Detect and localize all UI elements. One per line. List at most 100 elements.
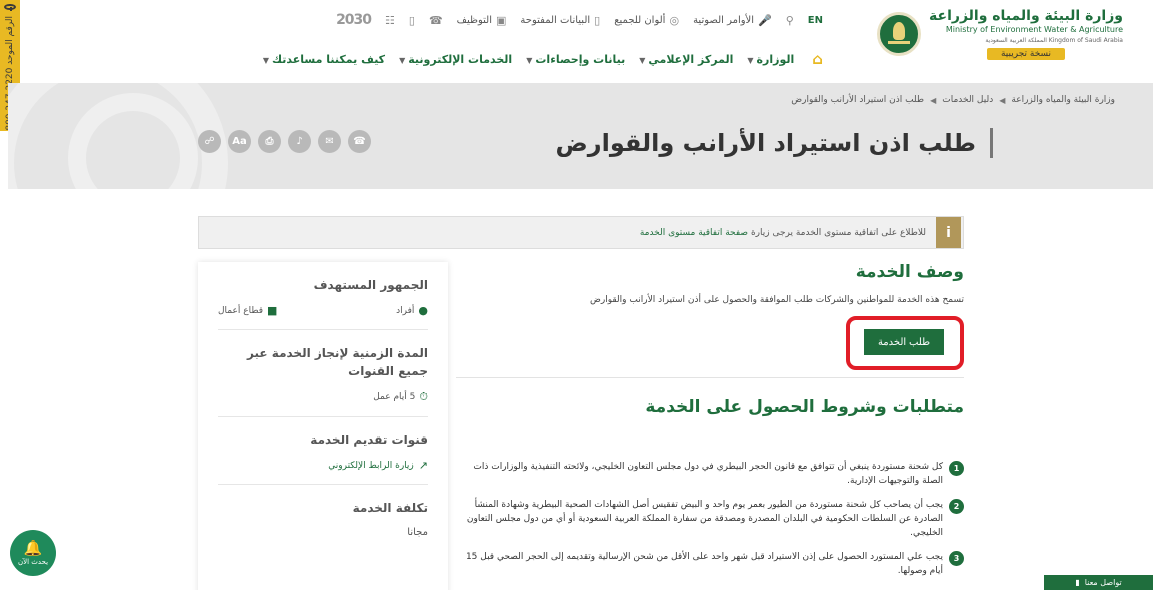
service-info-card: الجمهور المستهدف ● أفراد ■ قطاع أعمال المد… bbox=[198, 262, 448, 590]
folder-icon: ▯ bbox=[594, 13, 601, 27]
cost-value: مجانا bbox=[407, 527, 428, 538]
channels-link[interactable]: ↗ زيارة الرابط الإلكتروني bbox=[218, 459, 428, 472]
open-data-link[interactable]: ▯ البيانات المفتوحة bbox=[520, 14, 600, 27]
color-accessibility[interactable]: ◎ ألوان للجميع bbox=[614, 14, 679, 27]
phone-icon: ☎ bbox=[428, 13, 443, 27]
color-accessibility-label: ألوان للجميع bbox=[614, 14, 666, 26]
voice-commands[interactable]: 🎤 الأوامر الصوتية bbox=[693, 14, 772, 27]
duration-title: المدة الزمنية لإنجاز الخدمة عبر جميع الق… bbox=[247, 346, 428, 378]
logo-english-name: Ministry of Environment Water & Agricult… bbox=[945, 25, 1123, 34]
requirement-text: كل شحنة مستوردة ينبغي أن تتوافق مع قانون… bbox=[473, 462, 943, 486]
email-icon[interactable]: ✉ bbox=[318, 130, 341, 153]
number-badge: 1 bbox=[949, 461, 964, 476]
breadcrumb-services-guide[interactable]: دليل الخدمات bbox=[942, 95, 993, 105]
audio-icon[interactable]: ♪ bbox=[288, 130, 311, 153]
chevron-down-icon: ▼ bbox=[262, 55, 270, 65]
service-content: وصف الخدمة تسمح هذه الخدمة للمواطنين وال… bbox=[456, 262, 964, 576]
call-icon[interactable]: ☎ bbox=[348, 130, 371, 153]
audience-individuals: ● أفراد bbox=[396, 304, 428, 317]
requirement-text: يجب أن يصاحب كل شحنة مستوردة من الطيور ب… bbox=[466, 500, 943, 538]
duration-value: ⏱ 5 أيام عمل bbox=[373, 390, 428, 404]
duration-block: المدة الزمنية لإنجاز الخدمة عبر جميع الق… bbox=[218, 344, 428, 417]
channels-block: قنوات تقديم الخدمة ↗ زيارة الرابط الإلكتر… bbox=[218, 431, 428, 485]
chevron-down-icon: ▼ bbox=[526, 55, 533, 65]
contact-us-label: تواصل معنا bbox=[1084, 578, 1122, 587]
requirements-list: 1 كل شحنة مستوردة ينبغي أن تتوافق مع قان… bbox=[459, 460, 964, 588]
font-size-icon[interactable]: Aa bbox=[228, 130, 251, 153]
jobs-label: التوظيف bbox=[456, 14, 493, 26]
share-toolbar: ☎ ✉ ♪ ⎙ Aa ☍ bbox=[198, 130, 371, 153]
logo-texts: وزارة البيئة والمياه والزراعة Ministry o… bbox=[929, 8, 1123, 60]
open-data-label: البيانات المفتوحة bbox=[520, 14, 591, 26]
nav-label: بيانات وإحصاءات bbox=[535, 52, 626, 66]
stopwatch-icon: ⏱ bbox=[419, 390, 428, 403]
nav-label: كيف يمكننا مساعدتك bbox=[272, 52, 386, 66]
nav-item-media-center[interactable]: المركز الإعلامي▼ bbox=[639, 53, 733, 66]
service-description-title: وصف الخدمة bbox=[855, 262, 964, 282]
service-description: تسمح هذه الخدمة للمواطنين والشركات طلب ا… bbox=[590, 295, 964, 305]
cost-title: تكلفة الخدمة bbox=[352, 501, 428, 515]
share-icon[interactable]: ☍ bbox=[198, 130, 221, 153]
beta-badge: نسخة تجريبية bbox=[986, 48, 1066, 60]
external-link-icon: ↗ bbox=[418, 459, 428, 472]
nav-item-data-statistics[interactable]: بيانات وإحصاءات▼ bbox=[526, 53, 625, 66]
briefcase-icon: ▣ bbox=[496, 13, 507, 27]
breadcrumb-home[interactable]: وزارة البيئة والمياه والزراعة bbox=[1011, 95, 1115, 105]
chevron-down-icon: ▼ bbox=[747, 55, 754, 65]
site-header: وزارة البيئة والمياه والزراعة Ministry o… bbox=[20, 0, 1153, 83]
print-icon[interactable]: ⎙ bbox=[258, 130, 281, 153]
mobile-button[interactable]: ▯ bbox=[409, 14, 415, 27]
home-icon[interactable]: ⌂ bbox=[812, 50, 823, 68]
contact-us-button[interactable]: تواصل معنا ▮ bbox=[1044, 575, 1153, 590]
duration-row: ⏱ 5 أيام عمل bbox=[218, 390, 428, 404]
audience-business-label: قطاع أعمال bbox=[218, 305, 264, 316]
nav-label: المركز الإعلامي bbox=[648, 52, 734, 66]
voice-commands-label: الأوامر الصوتية bbox=[693, 14, 755, 26]
nav-item-help[interactable]: كيف يمكننا مساعدتك▼ bbox=[263, 53, 385, 66]
audience-title: الجمهور المستهدف bbox=[313, 278, 428, 292]
chevron-down-icon: ▼ bbox=[399, 55, 406, 65]
sla-text: للاطلاع على اتفاقية مستوى الخدمة يرجى زي… bbox=[640, 228, 926, 238]
chevron-left-icon: ◀ bbox=[930, 95, 937, 105]
channels-title: قنوات تقديم الخدمة bbox=[310, 433, 428, 447]
breadcrumb-current: طلب اذن استيراد الأرانب والقوارض bbox=[791, 95, 925, 105]
audience-row: ● أفراد ■ قطاع أعمال bbox=[218, 304, 428, 317]
nav-item-e-services[interactable]: الخدمات الإلكترونية▼ bbox=[399, 53, 512, 66]
request-service-button[interactable]: طلب الخدمة bbox=[864, 329, 944, 355]
chevron-left-icon: ◀ bbox=[999, 95, 1006, 105]
top-toolbar: EN ⚲ 🎤 الأوامر الصوتية ◎ ألوان للجميع ▯ … bbox=[190, 12, 823, 28]
cost-block: تكلفة الخدمة مجانا bbox=[218, 499, 428, 538]
ministry-emblem-icon bbox=[877, 12, 922, 56]
phone-circle-icon bbox=[4, 4, 16, 12]
main-navigation: ⌂ الوزارة▼ المركز الإعلامي▼ بيانات وإحصا… bbox=[190, 50, 823, 68]
nav-item-ministry[interactable]: الوزارة▼ bbox=[747, 53, 794, 66]
search-button[interactable]: ⚲ bbox=[786, 14, 794, 27]
nav-label: الوزارة bbox=[756, 52, 795, 66]
page-hero: وزارة البيئة والمياه والزراعة ◀ دليل الخ… bbox=[8, 83, 1153, 189]
page-title: طلب اذن استيراد الأرانب والقوارض bbox=[555, 128, 993, 158]
breadcrumb: وزارة البيئة والمياه والزراعة ◀ دليل الخ… bbox=[791, 95, 1115, 105]
list-item: 1 كل شحنة مستوردة ينبغي أن تتوافق مع قان… bbox=[459, 460, 964, 488]
nav-label: الخدمات الإلكترونية bbox=[408, 52, 513, 66]
microphone-icon: 🎤 bbox=[758, 13, 772, 27]
jobs-link[interactable]: ▣ التوظيف bbox=[457, 14, 507, 27]
duration-value-label: 5 أيام عمل bbox=[373, 392, 416, 402]
sla-banner: i للاطلاع على اتفاقية مستوى الخدمة يرجى … bbox=[198, 216, 964, 249]
phone-button[interactable]: ☎ bbox=[429, 14, 443, 27]
audience-block: الجمهور المستهدف ● أفراد ■ قطاع أعمال bbox=[218, 276, 428, 330]
audience-business: ■ قطاع أعمال bbox=[218, 304, 277, 317]
sla-link[interactable]: صفحة اتفاقية مستوى الخدمة bbox=[640, 228, 748, 238]
vision-2030-logo[interactable]: 2030 bbox=[336, 12, 372, 28]
user-icon: ● bbox=[418, 304, 428, 317]
list-item: 2 يجب أن يصاحب كل شحنة مستوردة من الطيور… bbox=[459, 498, 964, 540]
requirement-text: يجب علي المستورد الحصول على إذن الاستيرا… bbox=[465, 552, 943, 576]
eye-icon: ◎ bbox=[669, 13, 680, 27]
section-divider bbox=[456, 377, 964, 378]
sitemap-button[interactable]: ☷ bbox=[385, 14, 395, 27]
ministry-logo[interactable]: وزارة البيئة والمياه والزراعة Ministry o… bbox=[877, 8, 1123, 60]
language-toggle[interactable]: EN bbox=[808, 15, 823, 26]
live-notifications-button[interactable]: 🔔 يحدث الآن bbox=[10, 530, 56, 576]
live-notifications-label: يحدث الآن bbox=[17, 557, 49, 566]
search-icon: ⚲ bbox=[785, 13, 794, 27]
sla-prefix: للاطلاع على اتفاقية مستوى الخدمة يرجى زي… bbox=[750, 227, 926, 238]
